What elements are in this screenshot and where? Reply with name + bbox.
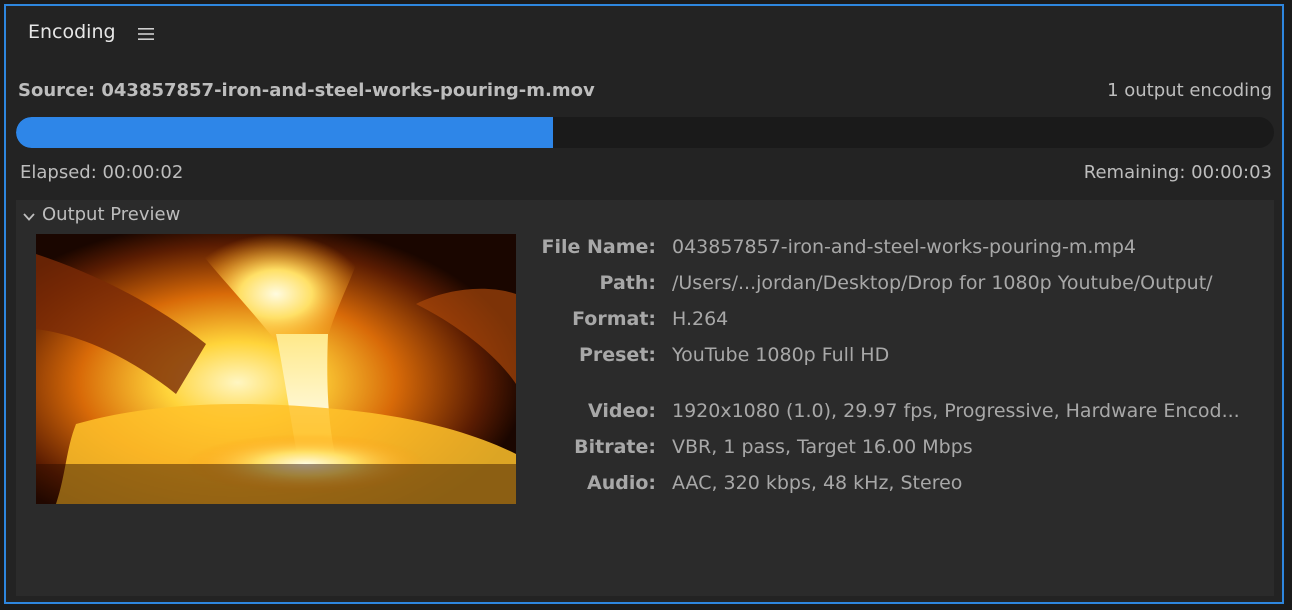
info-row: Format: H.264 (516, 308, 1266, 344)
source-file-label: Source: 043857857-iron-and-steel-works-p… (18, 80, 595, 101)
encoding-progress-bar (16, 117, 1274, 148)
info-row: Audio: AAC, 320 kbps, 48 kHz, Stereo (516, 472, 1266, 508)
output-preview-toggle[interactable]: Output Preview (22, 204, 180, 225)
output-info-list: File Name: 043857857-iron-and-steel-works… (516, 236, 1266, 508)
info-value: VBR, 1 pass, Target 16.00 Mbps (672, 436, 973, 458)
output-count-label: 1 output encoding (1107, 80, 1272, 101)
info-label: Bitrate: (574, 436, 656, 458)
info-row: Bitrate: VBR, 1 pass, Target 16.00 Mbps (516, 436, 1266, 472)
remaining-time: Remaining: 00:00:03 (1083, 162, 1272, 183)
info-label: File Name: (541, 236, 656, 258)
info-value: 043857857-iron-and-steel-works-pouring-m… (672, 236, 1137, 258)
video-preview-thumbnail (36, 234, 516, 504)
info-value: YouTube 1080p Full HD (672, 344, 890, 366)
info-row: Video: 1920x1080 (1.0), 29.97 fps, Progre… (516, 400, 1266, 436)
info-label: Preset: (578, 344, 656, 366)
encoding-content: Source: 043857857-iron-and-steel-works-p… (14, 62, 1276, 598)
info-value: H.264 (672, 308, 729, 330)
info-row: Path: /Users/...jordan/Desktop/Drop for 1… (516, 272, 1266, 308)
info-value: 1920x1080 (1.0), 29.97 fps, Progressive,… (672, 400, 1240, 422)
output-preview-label: Output Preview (42, 204, 181, 225)
info-row: Preset: YouTube 1080p Full HD (516, 344, 1266, 380)
hamburger-menu-icon[interactable] (138, 26, 154, 40)
encoding-panel: Encoding Source: 043857857-iron-and-stee… (4, 4, 1284, 604)
info-row: File Name: 043857857-iron-and-steel-works… (516, 236, 1266, 272)
encoding-progress-fill (16, 117, 554, 148)
info-value: AAC, 320 kbps, 48 kHz, Stereo (672, 472, 963, 494)
elapsed-time: Elapsed: 00:00:02 (20, 162, 184, 183)
info-label: Format: (572, 308, 656, 330)
panel-title[interactable]: Encoding (28, 21, 116, 43)
output-preview-section: Output Preview File Name: 043857857-iron… (16, 200, 1274, 596)
info-label: Path: (599, 272, 656, 294)
info-label: Audio: (587, 472, 656, 494)
chevron-down-icon (22, 208, 36, 222)
info-value: /Users/...jordan/Desktop/Drop for 1080p … (672, 272, 1213, 294)
info-label: Video: (587, 400, 656, 422)
panel-tab-bar: Encoding (6, 6, 1282, 62)
